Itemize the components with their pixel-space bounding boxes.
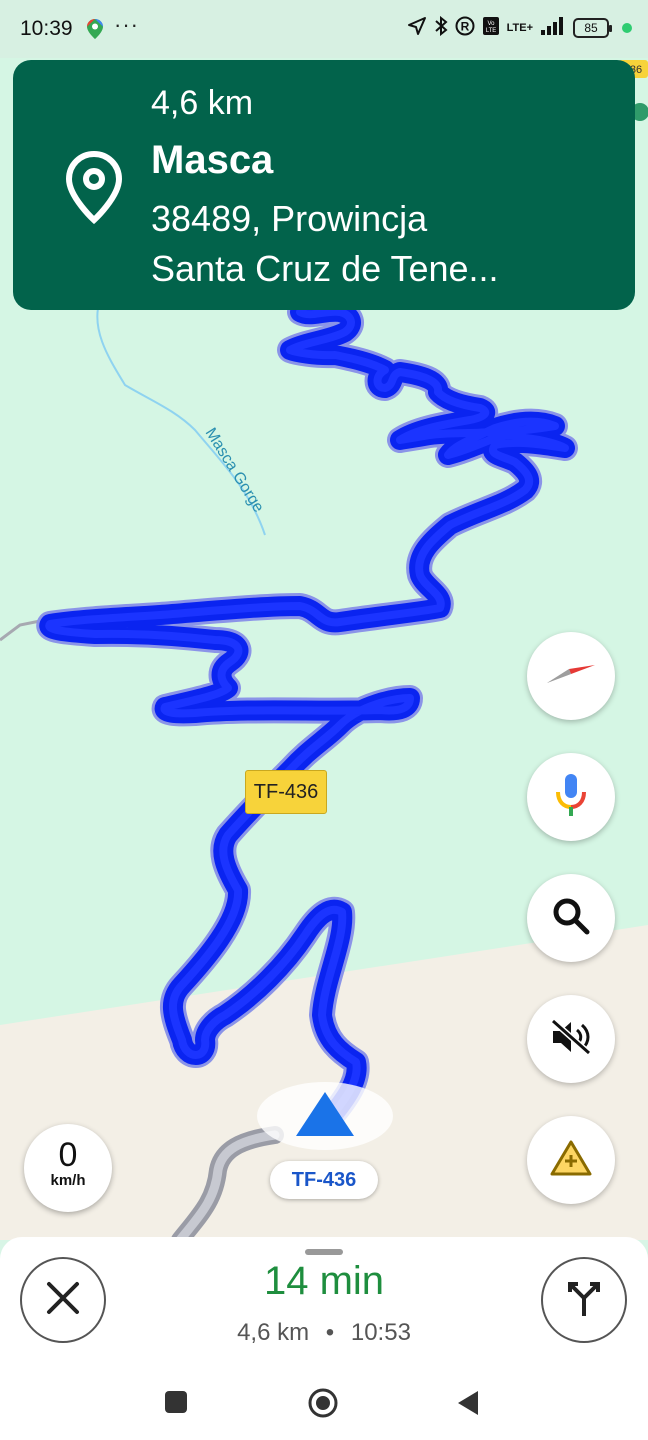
current-road-label: TF-436 [270,1161,378,1199]
destination-address-line1: 38489, Prowincja [151,198,428,239]
recents-icon[interactable] [164,1390,188,1419]
compass-button[interactable] [527,632,615,720]
sheet-handle[interactable] [305,1249,343,1255]
location-pin-icon [61,150,127,229]
svg-text:R: R [460,20,469,34]
speed-unit: km/h [50,1172,86,1189]
dot-icon [622,22,632,33]
more-notifications-icon: ··· [114,12,139,37]
remaining-distance: 4,6 km [237,1319,310,1346]
maps-icon [86,18,104,45]
compass-icon [545,659,597,694]
back-icon[interactable] [456,1389,482,1422]
arrival-time: 10:53 [350,1319,411,1346]
svg-text:Vo: Vo [487,21,495,27]
search-icon [551,896,591,941]
speed-value: 0 [58,1136,78,1174]
destination-name: Masca [151,138,274,182]
volte-icon: Vo LTE [482,16,500,39]
separator: • [325,1319,335,1346]
status-bar: 10:39 ··· R Vo LTE LTE+ 85 [0,0,648,58]
home-icon[interactable] [307,1387,339,1424]
svg-text:LTE: LTE [485,28,496,34]
status-time: 10:39 [20,17,73,40]
destination-card[interactable]: 4,6 km Masca 38489, Prowincja Santa Cruz… [13,60,635,310]
speedometer: 0 km/h [24,1124,112,1212]
destination-address-line2: Santa Cruz de Tene... [151,248,499,289]
destination-distance: 4,6 km [151,84,254,122]
sound-off-icon [549,1017,593,1062]
bluetooth-icon [434,15,448,39]
location-arrow-icon [407,16,427,39]
system-nav-bar [0,1387,648,1437]
battery-icon: 85 [573,17,612,38]
report-incident-icon [549,1138,593,1183]
alternate-routes-icon [562,1276,606,1325]
trip-summary-sheet[interactable]: 14 min 4,6 km • 10:53 [0,1237,648,1440]
search-button[interactable] [527,874,615,962]
road-shield: TF-436 [245,770,327,814]
alternate-routes-button[interactable] [541,1257,627,1343]
microphone-icon [554,772,588,823]
signal-icon [540,16,566,39]
report-incident-button[interactable] [527,1116,615,1204]
network-type: LTE+ [506,21,533,34]
roaming-icon: R [455,16,475,39]
navigation-arrow-icon [256,1080,394,1157]
voice-button[interactable] [527,753,615,841]
mute-button[interactable] [527,995,615,1083]
